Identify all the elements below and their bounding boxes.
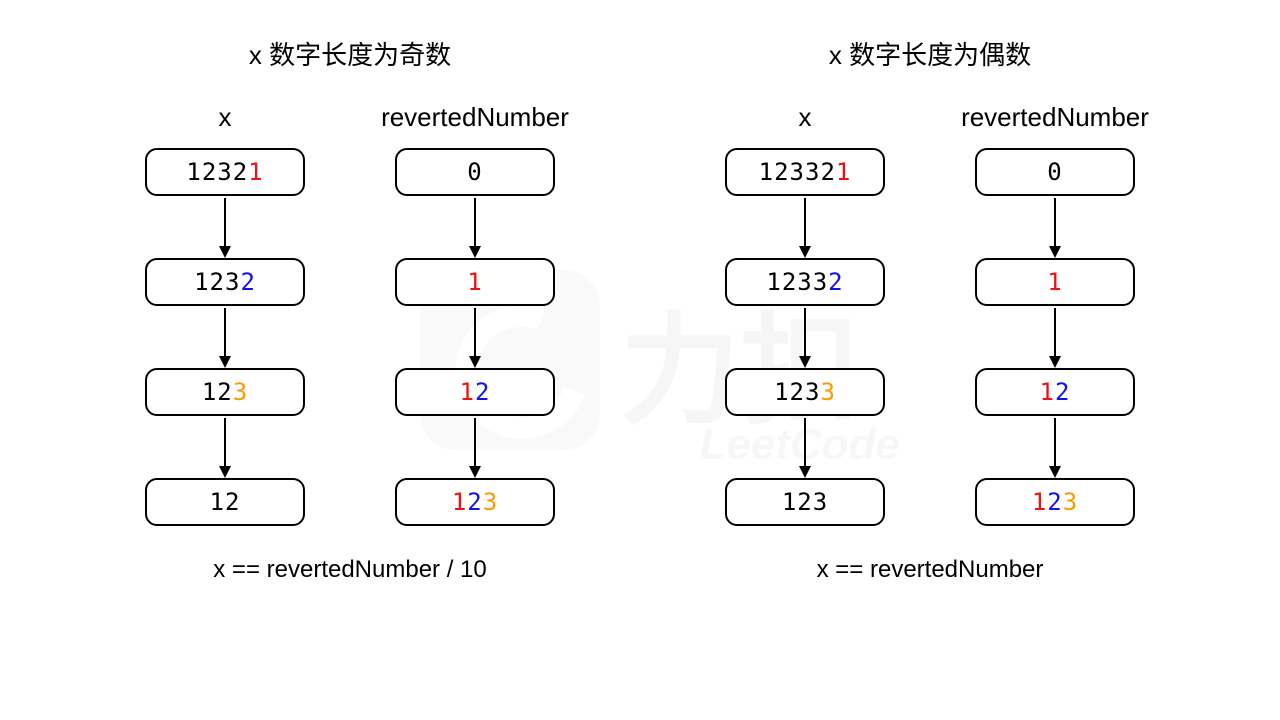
panel-title: x 数字长度为奇数 xyxy=(110,35,590,72)
col-x: x 123321123321233123 xyxy=(705,102,905,526)
digit: 2 xyxy=(467,488,482,516)
digit: 1 xyxy=(248,158,263,186)
digit: 1 xyxy=(467,268,482,296)
arrow-down-icon xyxy=(798,416,812,478)
digit: 12332 xyxy=(759,158,836,186)
value-box: 123 xyxy=(395,478,555,526)
arrow-down-icon xyxy=(798,196,812,258)
arrow-down-icon xyxy=(468,196,482,258)
arrow-down-icon xyxy=(798,306,812,368)
digit: 3 xyxy=(483,488,498,516)
arrow-down-icon xyxy=(218,306,232,368)
arrow-down-icon xyxy=(1048,306,1062,368)
value-box: 1 xyxy=(395,258,555,306)
arrow-down-icon xyxy=(1048,196,1062,258)
value-box: 12 xyxy=(395,368,555,416)
digit: 2 xyxy=(828,268,843,296)
condition-text: x == revertedNumber / 10 xyxy=(110,556,590,584)
digit: 1 xyxy=(836,158,851,186)
digit: 0 xyxy=(1047,158,1062,186)
arrow-down-icon xyxy=(218,196,232,258)
diagram-root: x 数字长度为奇数 x 12321123212312 revertedNumbe… xyxy=(0,0,1280,584)
value-box: 123 xyxy=(975,478,1135,526)
digit: 123 xyxy=(774,378,820,406)
arrow-down-icon xyxy=(1048,416,1062,478)
condition-text: x == revertedNumber xyxy=(690,556,1170,584)
panel-even: x 数字长度为偶数 x 123321123321233123 revertedN… xyxy=(690,35,1170,584)
value-box: 123 xyxy=(725,478,885,526)
arrow-down-icon xyxy=(468,416,482,478)
arrow-down-icon xyxy=(468,306,482,368)
value-box: 12 xyxy=(975,368,1135,416)
digit: 3 xyxy=(820,378,835,406)
value-box: 0 xyxy=(395,148,555,196)
digit: 2 xyxy=(475,378,490,406)
digit: 123 xyxy=(194,268,240,296)
value-box: 1233 xyxy=(725,368,885,416)
digit: 1 xyxy=(452,488,467,516)
digit: 2 xyxy=(240,268,255,296)
col-x: x 12321123212312 xyxy=(125,102,325,526)
digit: 1233 xyxy=(766,268,828,296)
value-box: 123321 xyxy=(725,148,885,196)
digit: 1 xyxy=(1040,378,1055,406)
value-box: 1 xyxy=(975,258,1135,306)
panel-title: x 数字长度为偶数 xyxy=(690,35,1170,72)
digit: 0 xyxy=(467,158,482,186)
digit: 2 xyxy=(1055,378,1070,406)
col-reverted: revertedNumber 0112123 xyxy=(955,102,1155,526)
digit: 2 xyxy=(1047,488,1062,516)
digit: 1 xyxy=(1032,488,1047,516)
value-box: 0 xyxy=(975,148,1135,196)
col-head-x: x xyxy=(799,102,812,133)
digit: 1 xyxy=(460,378,475,406)
col-reverted: revertedNumber 0112123 xyxy=(375,102,575,526)
digit: 3 xyxy=(1063,488,1078,516)
value-box: 12321 xyxy=(145,148,305,196)
digit: 12 xyxy=(202,378,233,406)
value-box: 123 xyxy=(145,368,305,416)
col-head-x: x xyxy=(219,102,232,133)
value-box: 1232 xyxy=(145,258,305,306)
digit: 1232 xyxy=(186,158,248,186)
digit: 3 xyxy=(233,378,248,406)
panel-odd: x 数字长度为奇数 x 12321123212312 revertedNumbe… xyxy=(110,35,590,584)
digit: 12 xyxy=(210,488,241,516)
arrow-down-icon xyxy=(218,416,232,478)
col-head-reverted: revertedNumber xyxy=(381,102,569,133)
col-head-reverted: revertedNumber xyxy=(961,102,1149,133)
value-box: 12332 xyxy=(725,258,885,306)
digit: 1 xyxy=(1047,268,1062,296)
value-box: 12 xyxy=(145,478,305,526)
digit: 123 xyxy=(782,488,828,516)
